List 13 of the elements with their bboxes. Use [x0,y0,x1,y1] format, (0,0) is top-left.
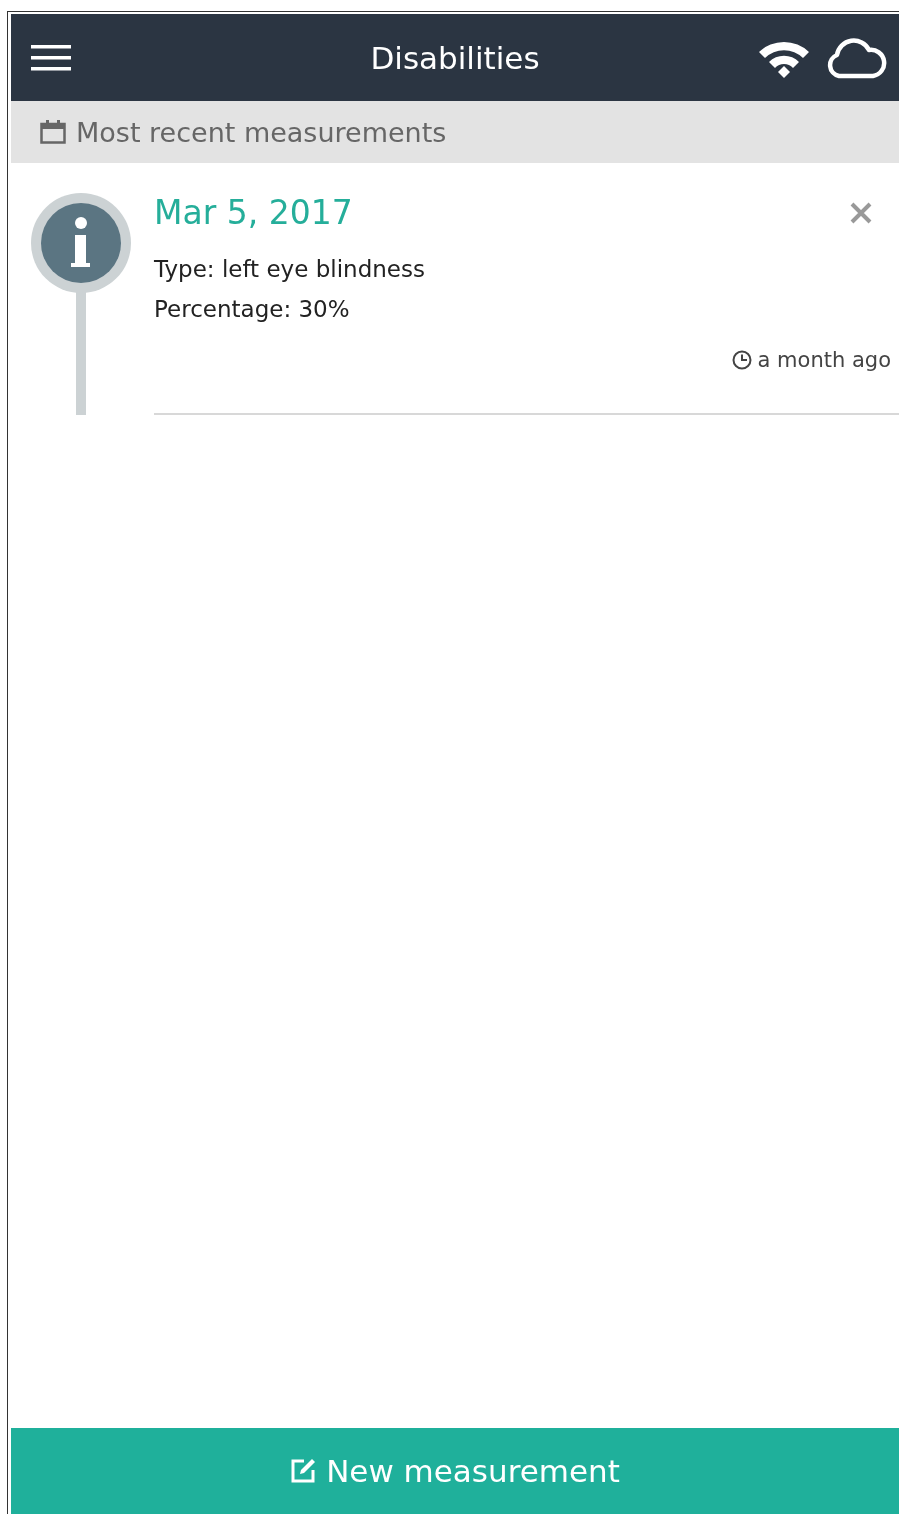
entry-time: a month ago [757,348,891,372]
entry-date: Mar 5, 2017 [154,193,353,232]
menu-icon[interactable] [31,42,71,73]
clock-icon [731,350,752,370]
close-icon[interactable] [849,200,873,225]
section-title: Most recent measurements [76,116,447,148]
new-measurement-button[interactable]: New measurement [11,1428,899,1514]
entry-detail: Percentage: 30% [154,296,351,322]
page-title: Disabilities [370,39,540,76]
edit-icon [290,1458,317,1484]
entry-detail: Type: left eye blindness [154,256,426,282]
cloud-icon [825,36,887,79]
calendar-icon [40,120,66,144]
